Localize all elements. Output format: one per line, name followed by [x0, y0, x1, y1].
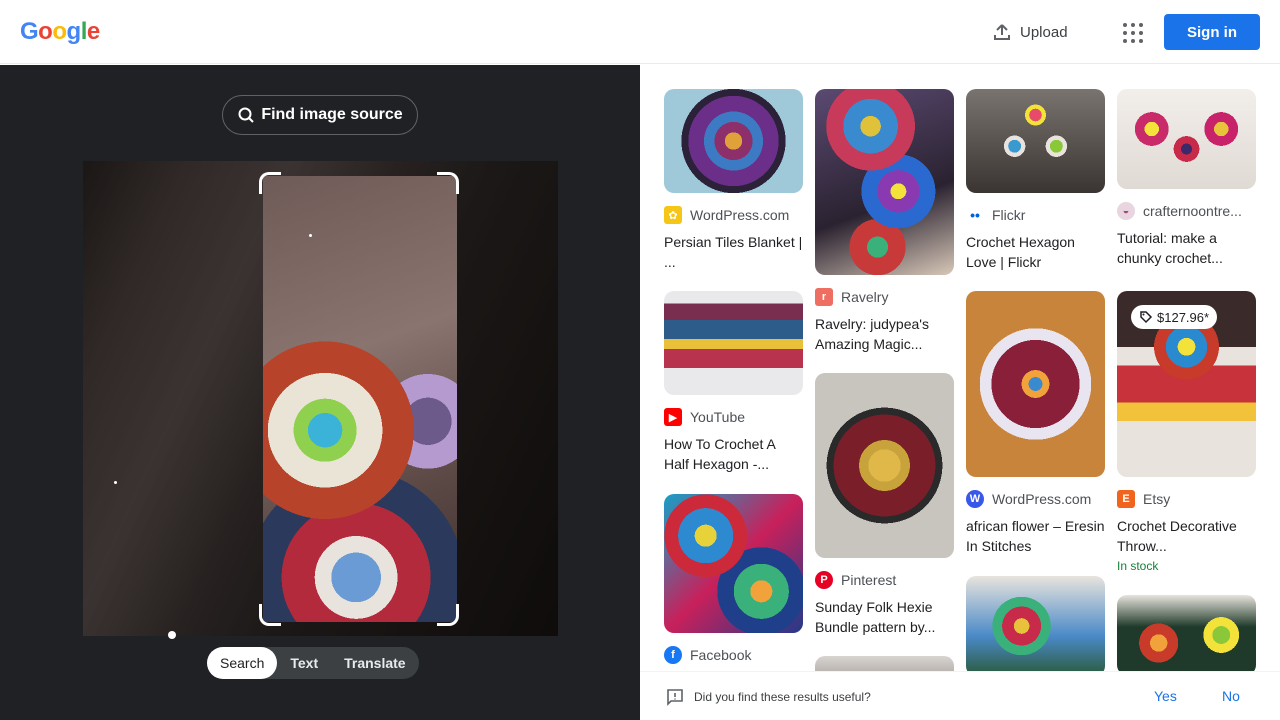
result-card[interactable]: ✿ WordPress.com Persian Tiles Blanket | .… [664, 89, 803, 272]
result-title[interactable]: Tutorial: make a chunky crochet... [1117, 228, 1256, 268]
source-label: WordPress.com [690, 207, 790, 223]
object-dot[interactable] [114, 481, 117, 484]
crafternoon-icon: ◒ [1117, 202, 1135, 220]
flickr-icon: •• [966, 206, 984, 224]
result-source[interactable]: •• Flickr [966, 206, 1105, 224]
result-card[interactable]: ▶ YouTube How To Crochet A Half Hexagon -… [664, 291, 803, 474]
crop-handle-top-right[interactable] [437, 172, 459, 194]
result-thumbnail[interactable] [664, 494, 803, 633]
facebook-icon: f [664, 646, 682, 664]
source-label: Flickr [992, 207, 1026, 223]
object-dot[interactable] [309, 234, 312, 237]
result-card[interactable] [1117, 595, 1256, 671]
result-title[interactable]: Persian Tiles Blanket | ... [664, 232, 803, 272]
result-thumbnail[interactable] [966, 576, 1105, 671]
crop-region[interactable] [263, 176, 457, 622]
result-source[interactable]: W WordPress.com [966, 490, 1105, 508]
apps-grid-icon[interactable] [1120, 20, 1144, 44]
ravelry-icon: r [815, 288, 833, 306]
result-card[interactable]: r Ravelry Ravelry: judypea's Amazing Magi… [815, 89, 954, 354]
source-label: YouTube [690, 409, 746, 425]
result-card[interactable]: W WordPress.com african flower – Eresin I… [966, 291, 1105, 556]
result-card[interactable]: ◒ crafternoontre... Tutorial: make a chun… [1117, 89, 1256, 268]
result-source[interactable]: ◒ crafternoontre... [1117, 202, 1256, 220]
result-thumbnail[interactable] [815, 656, 954, 671]
source-label: WordPress.com [992, 491, 1092, 507]
result-thumbnail[interactable] [1117, 595, 1256, 671]
crop-handle-top-left[interactable] [259, 172, 281, 194]
feedback-question: Did you find these results useful? [694, 690, 871, 704]
price-label: $127.96* [1157, 309, 1210, 325]
sunflower-icon: ✿ [664, 206, 682, 224]
pinterest-icon: P [815, 571, 833, 589]
query-image[interactable] [83, 161, 558, 636]
source-label: Facebook [690, 647, 752, 663]
crop-handle-bottom-right[interactable] [437, 604, 459, 626]
find-image-source-button[interactable]: Find image source [222, 95, 418, 135]
result-title[interactable]: african flower – Eresin In Stitches [966, 516, 1105, 556]
result-source[interactable]: ▶ YouTube [664, 408, 803, 426]
result-title[interactable]: Ravelry: judypea's Amazing Magic... [815, 314, 954, 354]
stock-status: In stock [1117, 559, 1159, 573]
result-title[interactable]: How To Crochet A Half Hexagon -... [664, 434, 803, 474]
crop-handle-bottom-left[interactable] [259, 604, 281, 626]
feedback-no-button[interactable]: No [1222, 688, 1240, 704]
result-card[interactable]: f Facebook [664, 494, 803, 664]
result-title[interactable]: Crochet Hexagon Love | Flickr [966, 232, 1105, 272]
result-thumbnail[interactable] [664, 291, 803, 395]
result-source[interactable]: ✿ WordPress.com [664, 206, 803, 224]
etsy-icon: E [1117, 490, 1135, 508]
source-label: Ravelry [841, 289, 889, 305]
feedback-bar: Did you find these results useful? Yes N… [640, 671, 1280, 720]
mode-search[interactable]: Search [207, 647, 278, 679]
feedback-yes-button[interactable]: Yes [1154, 688, 1177, 704]
upload-button[interactable]: Upload [992, 20, 1068, 44]
lens-search-icon [238, 107, 255, 123]
logo-letter: o [52, 18, 67, 45]
result-source[interactable]: E Etsy [1117, 490, 1256, 508]
youtube-icon: ▶ [664, 408, 682, 426]
lens-image-pane: Find image source Search Text Translate [0, 65, 640, 720]
drag-handle[interactable] [168, 631, 176, 639]
result-card[interactable] [815, 656, 954, 671]
result-thumbnail[interactable] [966, 89, 1105, 193]
result-card[interactable]: $127.96* E Etsy Crochet Decorative Throw.… [1117, 291, 1256, 573]
sign-in-button[interactable]: Sign in [1164, 14, 1260, 50]
logo-letter: o [38, 18, 53, 45]
logo-letter: g [66, 18, 82, 45]
result-card[interactable]: •• Flickr Crochet Hexagon Love | Flickr [966, 89, 1105, 272]
source-label: Pinterest [841, 572, 897, 588]
find-image-source-label: Find image source [261, 106, 403, 123]
mode-text[interactable]: Text [277, 647, 331, 679]
result-title[interactable]: Crochet Decorative Throw... [1117, 516, 1256, 556]
result-thumbnail[interactable] [966, 291, 1105, 477]
top-bar: Google Upload Sign in [0, 0, 1280, 64]
feedback-icon [667, 689, 683, 706]
upload-icon [994, 24, 1010, 40]
wordpress-icon: W [966, 490, 984, 508]
result-thumbnail[interactable] [1117, 89, 1256, 189]
mode-translate[interactable]: Translate [331, 647, 418, 679]
logo-letter: e [86, 18, 100, 45]
upload-label: Upload [1020, 23, 1068, 41]
result-title[interactable]: Sunday Folk Hexie Bundle pattern by... [815, 597, 954, 637]
google-logo[interactable]: Google [20, 18, 100, 46]
result-card[interactable]: P Pinterest Sunday Folk Hexie Bundle patt… [815, 373, 954, 637]
result-thumbnail[interactable]: $127.96* [1117, 291, 1256, 477]
logo-letter: G [20, 18, 39, 45]
result-card[interactable] [966, 576, 1105, 671]
result-source[interactable]: r Ravelry [815, 288, 954, 306]
price-badge: $127.96* [1131, 305, 1218, 329]
source-label: crafternoontre... [1143, 203, 1242, 219]
price-tag-icon [1140, 311, 1153, 324]
result-thumbnail[interactable] [815, 373, 954, 558]
result-thumbnail[interactable] [664, 89, 803, 193]
source-label: Etsy [1143, 491, 1171, 507]
result-source[interactable]: f Facebook [664, 646, 803, 664]
mode-switcher: Search Text Translate [207, 647, 419, 679]
result-source[interactable]: P Pinterest [815, 571, 954, 589]
visual-matches: ✿ WordPress.com Persian Tiles Blanket | .… [640, 65, 1280, 671]
result-thumbnail[interactable] [815, 89, 954, 275]
